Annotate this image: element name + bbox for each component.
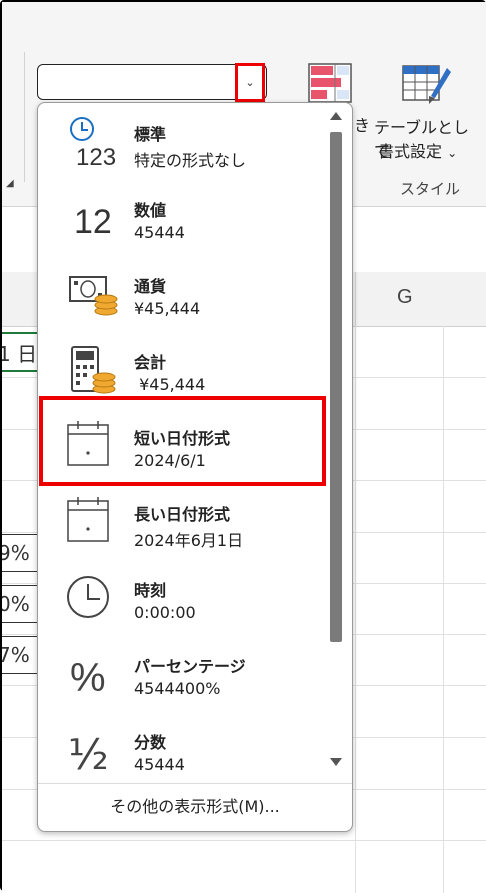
- format-item-fraction[interactable]: ½ 分数 45444: [44, 715, 328, 783]
- format-item-currency[interactable]: 通貨 ¥45,444: [44, 259, 328, 327]
- format-item-name: 通貨: [134, 277, 167, 296]
- chevron-down-icon: ⌄: [245, 76, 255, 89]
- cell-text: 7%: [2, 643, 30, 667]
- format-item-name: 数値: [134, 201, 167, 220]
- column-line: [443, 326, 444, 893]
- percent-icon: %: [54, 645, 124, 701]
- number-format-combo[interactable]: [37, 64, 267, 100]
- row-line: [2, 840, 486, 841]
- number-12-icon: 12: [54, 189, 124, 245]
- column-divider: [355, 272, 356, 326]
- icon-text: 123: [76, 144, 116, 169]
- ribbon-tab-strip: [2, 2, 486, 48]
- column-header-g[interactable]: G: [397, 286, 413, 309]
- icon-text: ½: [68, 730, 109, 777]
- format-item-general[interactable]: 123 標準 特定の形式なし: [44, 107, 328, 175]
- ribbon-separator: [24, 52, 25, 182]
- format-item-name: 会計: [134, 353, 167, 372]
- format-as-table-icon[interactable]: [401, 60, 451, 106]
- dialog-launcher-icon[interactable]: ◢: [6, 178, 14, 189]
- chevron-down-icon: ⌄: [447, 146, 458, 160]
- format-item-name: 長い日付形式: [134, 505, 231, 524]
- cell-text: 9%: [2, 541, 30, 565]
- format-as-table-label-line2[interactable]: 書式設定 ⌄: [378, 138, 457, 162]
- format-item-name: 分数: [134, 733, 167, 752]
- format-item-accounting[interactable]: 会計 ¥45,444: [44, 335, 328, 403]
- dropdown-scrollbar[interactable]: [326, 106, 346, 776]
- cell-fragment[interactable]: 7%: [2, 636, 41, 674]
- clock-123-icon: 123: [54, 113, 124, 169]
- clock-icon: [54, 569, 124, 625]
- format-as-table-label-text: 書式設定: [378, 142, 443, 161]
- accounting-icon: [54, 341, 124, 397]
- conditional-formatting-icon[interactable]: [307, 62, 355, 106]
- cell-fragment[interactable]: 9%: [2, 534, 41, 572]
- scroll-down-arrow-icon[interactable]: [330, 758, 342, 766]
- number-format-dropdown-button[interactable]: ⌄: [235, 63, 265, 102]
- format-item-time[interactable]: 時刻 0:00:00: [44, 563, 328, 631]
- currency-icon: [54, 265, 124, 321]
- icon-text: 12: [74, 203, 112, 241]
- cell-fragment[interactable]: 0%: [2, 585, 41, 623]
- cell-text: 0%: [2, 592, 30, 616]
- more-number-formats-link[interactable]: その他の表示形式(M)...: [38, 793, 352, 817]
- ribbon-partial-label: き: [354, 116, 371, 135]
- format-item-name: 時刻: [134, 581, 167, 600]
- format-item-sample: 0:00:00: [134, 603, 196, 622]
- format-item-number[interactable]: 12 数値 45444: [44, 183, 328, 251]
- format-item-sample: ¥45,444: [134, 375, 206, 394]
- icon-text: %: [70, 656, 106, 700]
- short-date-highlight: [39, 396, 326, 486]
- scroll-thumb[interactable]: [330, 132, 342, 642]
- calendar-icon: [54, 493, 124, 549]
- format-item-name: 標準: [134, 125, 167, 144]
- format-item-sample: 45444: [134, 755, 185, 774]
- format-item-sample: 45444: [134, 223, 185, 242]
- cell-text: 1 日: [2, 341, 38, 366]
- format-item-sample: 特定の形式なし: [134, 151, 247, 170]
- styles-group-label: スタイル: [400, 180, 461, 198]
- format-item-long-date[interactable]: 長い日付形式 2024年6月1日: [44, 487, 328, 555]
- scroll-up-arrow-icon[interactable]: [330, 112, 342, 120]
- menu-divider: [38, 783, 352, 784]
- format-item-sample: ¥45,444: [134, 299, 201, 318]
- selected-cell-fragment[interactable]: 1 日: [2, 332, 42, 372]
- fraction-icon: ½: [54, 721, 124, 777]
- format-item-sample: 4544400%: [134, 679, 221, 698]
- format-item-sample: 2024年6月1日: [134, 531, 244, 550]
- format-item-name: パーセンテージ: [134, 657, 246, 676]
- column-line: [355, 326, 356, 893]
- format-item-percentage[interactable]: % パーセンテージ 4544400%: [44, 639, 328, 707]
